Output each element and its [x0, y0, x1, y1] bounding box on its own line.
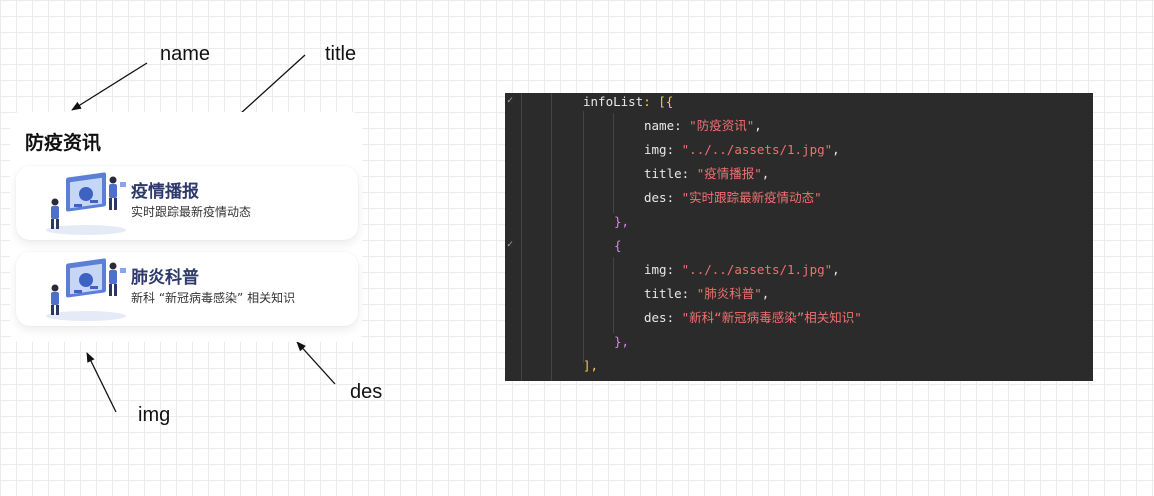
- code-line: img: "../../assets/1.jpg",: [644, 262, 840, 277]
- code-editor: ✓ ✓ infoList: [{ name: "防疫资讯", img: "../…: [505, 93, 1093, 381]
- arrow-des: [296, 341, 336, 385]
- card-title: 疫情播报: [131, 182, 199, 202]
- code-line: title: "疫情播报",: [644, 166, 770, 181]
- fold-chevron-icon[interactable]: ✓: [507, 239, 513, 250]
- indent-guide: [613, 257, 614, 333]
- panel-name: 防疫资讯: [25, 132, 102, 154]
- indent-guide: [521, 93, 522, 381]
- indent-guide: [551, 93, 552, 381]
- card-description: 新科 “新冠病毒感染” 相关知识: [131, 291, 296, 305]
- info-card[interactable]: 肺炎科普 新科 “新冠病毒感染” 相关知识: [16, 252, 358, 326]
- code-line: {: [614, 238, 622, 253]
- card-illustration-icon: [46, 258, 126, 321]
- code-line: name: "防疫资讯",: [644, 118, 762, 133]
- card-title: 肺炎科普: [131, 268, 199, 288]
- arrow-name: [71, 62, 148, 111]
- indent-guide: [613, 113, 614, 213]
- fold-chevron-icon[interactable]: ✓: [507, 95, 513, 106]
- info-card[interactable]: 疫情播报 实时跟踪最新疫情动态: [16, 166, 358, 240]
- code-line: },: [614, 334, 630, 349]
- card-illustration-icon: [46, 172, 126, 235]
- code-line: ],: [583, 358, 599, 373]
- code-line: },: [614, 214, 630, 229]
- code-line: img: "../../assets/1.jpg",: [644, 142, 840, 157]
- code-line: des: "实时跟踪最新疫情动态": [644, 190, 822, 205]
- card-description: 实时跟踪最新疫情动态: [131, 205, 252, 219]
- code-line: title: "肺炎科普",: [644, 286, 770, 301]
- info-panel: 防疫资讯 疫情播报 实时跟踪最新疫情动态 肺炎科普 新科 “新冠病毒感染” 相关…: [10, 112, 362, 342]
- indent-guide: [583, 111, 584, 363]
- arrow-img: [86, 352, 117, 413]
- code-line: infoList: [{: [583, 94, 674, 109]
- code-line: des: "新科“新冠病毒感染”相关知识": [644, 310, 862, 325]
